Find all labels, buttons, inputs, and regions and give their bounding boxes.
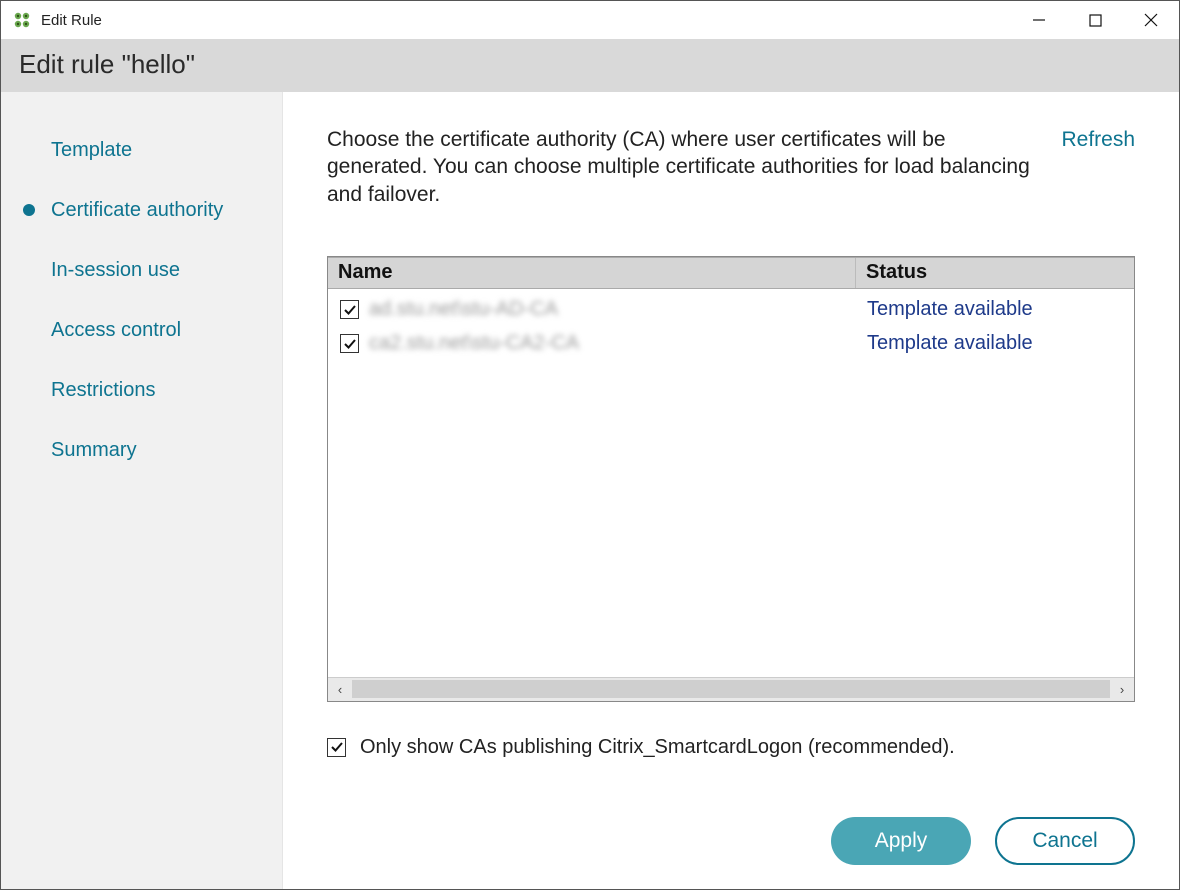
sidebar-bullet <box>23 324 35 336</box>
sidebar: Template Certificate authority In-sessio… <box>1 92 283 889</box>
page-title: Edit rule "hello" <box>19 49 1161 80</box>
scroll-right-icon[interactable]: › <box>1110 678 1134 700</box>
ca-table: Name Status ad.stu.net\stu-AD-CA Templat… <box>327 256 1135 702</box>
sidebar-bullet <box>23 144 35 156</box>
sidebar-item-template[interactable]: Template <box>1 120 282 180</box>
refresh-link[interactable]: Refresh <box>1061 128 1135 152</box>
close-button[interactable] <box>1123 1 1179 39</box>
app-icon <box>13 11 31 29</box>
cancel-button[interactable]: Cancel <box>995 817 1135 865</box>
ca-name-cell: ca2.stu.net\stu-CA2-CA <box>369 332 857 355</box>
filter-row: Only show CAs publishing Citrix_Smartcar… <box>327 736 1135 759</box>
window-title: Edit Rule <box>41 12 102 29</box>
sidebar-item-summary[interactable]: Summary <box>1 420 282 480</box>
table-row[interactable]: ad.stu.net\stu-AD-CA Template available <box>328 293 1134 327</box>
table-header-row: Name Status <box>328 257 1134 289</box>
ca-status-cell: Template available <box>857 332 1033 355</box>
body: Template Certificate authority In-sessio… <box>1 92 1179 889</box>
sidebar-bullet <box>23 204 35 216</box>
sidebar-item-label: Template <box>51 139 132 162</box>
sidebar-item-in-session-use[interactable]: In-session use <box>1 240 282 300</box>
window: Edit Rule Edit rule "hello" Template Cer… <box>0 0 1180 890</box>
sidebar-bullet <box>23 384 35 396</box>
row-checkbox[interactable] <box>340 334 359 353</box>
sidebar-item-label: Summary <box>51 439 137 462</box>
minimize-button[interactable] <box>1011 1 1067 39</box>
page-header: Edit rule "hello" <box>1 39 1179 92</box>
column-header-status[interactable]: Status <box>856 261 1134 284</box>
description-row: Choose the certificate authority (CA) wh… <box>327 126 1135 208</box>
footer: Apply Cancel <box>327 791 1135 889</box>
sidebar-item-label: Certificate authority <box>51 199 223 222</box>
sidebar-item-label: In-session use <box>51 259 180 282</box>
filter-checkbox[interactable] <box>327 738 346 757</box>
page-description: Choose the certificate authority (CA) wh… <box>327 126 1031 208</box>
ca-status-cell: Template available <box>857 298 1033 321</box>
scroll-left-icon[interactable]: ‹ <box>328 678 352 700</box>
horizontal-scrollbar[interactable]: ‹ › <box>328 677 1134 701</box>
sidebar-item-label: Restrictions <box>51 379 155 402</box>
column-header-name[interactable]: Name <box>328 258 856 288</box>
row-checkbox[interactable] <box>340 300 359 319</box>
main-panel: Choose the certificate authority (CA) wh… <box>283 92 1179 889</box>
sidebar-bullet <box>23 264 35 276</box>
apply-button[interactable]: Apply <box>831 817 971 865</box>
filter-label: Only show CAs publishing Citrix_Smartcar… <box>360 736 955 759</box>
sidebar-item-access-control[interactable]: Access control <box>1 300 282 360</box>
table-row[interactable]: ca2.stu.net\stu-CA2-CA Template availabl… <box>328 327 1134 361</box>
table-body: ad.stu.net\stu-AD-CA Template available … <box>328 289 1134 677</box>
sidebar-item-restrictions[interactable]: Restrictions <box>1 360 282 420</box>
scroll-track[interactable] <box>352 680 1110 698</box>
titlebar: Edit Rule <box>1 1 1179 39</box>
ca-name-cell: ad.stu.net\stu-AD-CA <box>369 298 857 321</box>
sidebar-item-certificate-authority[interactable]: Certificate authority <box>1 180 282 240</box>
sidebar-item-label: Access control <box>51 319 181 342</box>
maximize-button[interactable] <box>1067 1 1123 39</box>
sidebar-bullet <box>23 444 35 456</box>
